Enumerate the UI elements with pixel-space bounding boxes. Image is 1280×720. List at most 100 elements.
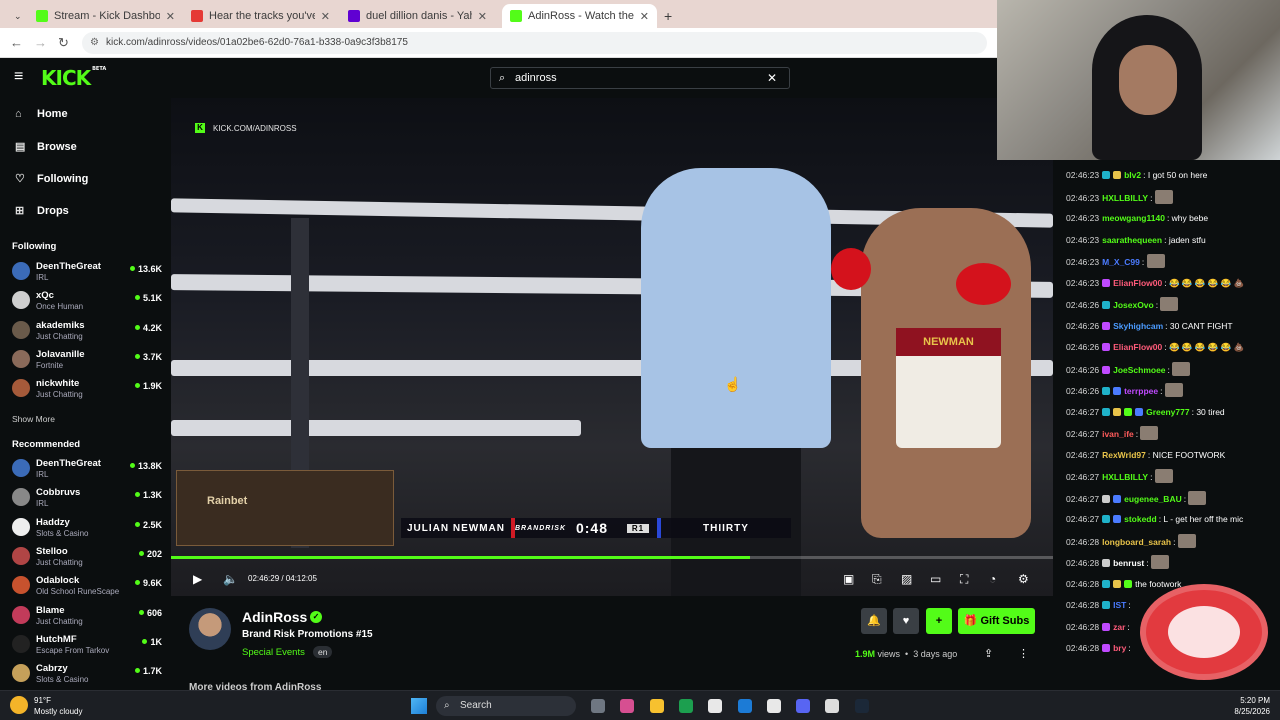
follow-button[interactable]: ♥ <box>893 608 919 634</box>
weather-condition: Mostly cloudy <box>34 707 83 716</box>
gift-subs-button[interactable]: 🎁 Gift Subs <box>958 608 1035 634</box>
taskbar-search[interactable]: ⌕ Search <box>436 696 576 716</box>
search-input[interactable]: ⌕ adinross ✕ <box>490 67 790 89</box>
sidebar-channel[interactable]: Cobbruvs IRL 1.3K <box>12 485 162 511</box>
notification-bell-button[interactable]: 🔔 <box>861 608 887 634</box>
chat-username[interactable]: terrppee <box>1124 386 1158 396</box>
seek-bar[interactable] <box>171 556 1053 559</box>
play-icon[interactable]: ▶ <box>193 572 202 586</box>
screenshot-icon[interactable]: ▨ <box>901 572 912 586</box>
chat-username[interactable]: zar <box>1113 622 1125 632</box>
taskbar-app-icon[interactable] <box>854 699 869 713</box>
chat-username[interactable]: saarathequeen <box>1102 235 1162 245</box>
browser-tab[interactable]: Hear the tracks you've liked: on ✕ <box>183 4 338 28</box>
chat-username[interactable]: HXLLBILLY <box>1102 472 1148 482</box>
chat-username[interactable]: eugenee_BAU <box>1124 494 1182 504</box>
chat-username[interactable]: Skyhighcam <box>1113 321 1163 331</box>
sidebar-channel[interactable]: Haddzy Slots & Casino 2.5K <box>12 515 162 541</box>
nav-following[interactable]: ♡ Following <box>15 172 88 186</box>
category-link[interactable]: Special Events <box>242 647 305 658</box>
theater-mode-icon[interactable]: ▭ <box>930 572 941 586</box>
forward-icon[interactable]: → <box>34 35 47 50</box>
sidebar-channel[interactable]: HutchMF Escape From Tarkov 1K <box>12 632 162 658</box>
show-more-link[interactable]: Show More <box>12 414 55 424</box>
chat-username[interactable]: benrust <box>1113 558 1144 568</box>
browser-tab[interactable]: Stream - Kick Dashboard ✕ <box>28 4 183 28</box>
taskbar-app-icon[interactable] <box>591 699 605 713</box>
chat-username[interactable]: M_X_C99 <box>1102 257 1140 267</box>
taskbar-app-icon[interactable] <box>825 699 840 713</box>
tab-favicon-icon <box>36 10 48 22</box>
settings-gear-icon[interactable]: ⚙ <box>1018 572 1029 586</box>
speed-icon[interactable]: ◔ <box>989 572 996 586</box>
sidebar-channel[interactable]: nickwhite Just Chatting 1.9K <box>12 376 162 402</box>
miniplayer-icon[interactable]: ▣ <box>843 572 854 586</box>
chat-message: 02:46:23 HXLLBILLY: <box>1066 189 1276 205</box>
sidebar-channel[interactable]: Cabrzy Slots & Casino 1.7K <box>12 661 162 687</box>
chat-message: 02:46:28 the footwork <box>1066 577 1276 591</box>
more-options-icon[interactable]: ⋮ <box>1018 647 1029 660</box>
chat-username[interactable]: ElianFlow00 <box>1113 342 1162 352</box>
taskbar-app-icon[interactable] <box>708 699 723 713</box>
sidebar-channel[interactable]: xQc Once Human 5.1K <box>12 288 162 314</box>
chat-username[interactable]: RexWrld97 <box>1102 450 1146 460</box>
chat-username[interactable]: bIv2 <box>1124 170 1141 180</box>
address-bar[interactable]: ⚙ kick.com/adinross/videos/01a02be6-62d0-… <box>82 32 987 54</box>
taskbar-app-icon[interactable] <box>766 699 781 713</box>
hamburger-menu-icon[interactable]: ≡ <box>14 68 23 86</box>
reload-icon[interactable]: ↻ <box>58 35 69 51</box>
tab-list-button[interactable]: ⌄ <box>6 4 28 28</box>
sidebar-channel[interactable]: Stelloo Just Chatting 202 <box>12 544 162 570</box>
nav-browse[interactable]: ▤ Browse <box>15 140 77 154</box>
browser-tab[interactable]: duel dillion danis - Yahoo Sear ✕ <box>340 4 495 28</box>
new-tab-button[interactable]: + <box>664 4 678 28</box>
subscribe-button[interactable]: + <box>926 608 952 634</box>
chat-separator: : <box>1141 257 1147 267</box>
volume-icon[interactable]: 🔈 <box>223 572 238 586</box>
plus-icon: + <box>935 615 943 627</box>
close-tab-icon[interactable]: ✕ <box>478 10 487 23</box>
sidebar-channel[interactable]: Odablock Old School RuneScape 9.6K <box>12 573 162 599</box>
sidebar-channel[interactable]: DeenTheGreat IRL 13.8K <box>12 456 162 482</box>
nav-home[interactable]: ⌂ Home <box>15 108 68 120</box>
taskbar-app-icon[interactable] <box>678 699 693 713</box>
windows-start-icon[interactable] <box>411 698 427 714</box>
close-tab-icon[interactable]: ✕ <box>640 10 649 23</box>
channel-avatar[interactable] <box>189 608 231 650</box>
chat-username[interactable]: IST <box>1113 600 1126 610</box>
sidebar-channel[interactable]: DeenTheGreat IRL 13.6K <box>12 259 162 285</box>
chat-username[interactable]: HXLLBILLY <box>1102 193 1148 203</box>
channel-name[interactable]: AdinRoss <box>242 609 307 625</box>
taskbar-app-icon[interactable] <box>620 699 635 713</box>
close-tab-icon[interactable]: ✕ <box>166 10 175 23</box>
clip-icon[interactable]: ⎘ <box>872 572 882 587</box>
chat-username[interactable]: stokedd <box>1124 514 1157 524</box>
chat-username[interactable]: JoeSchmoee <box>1113 365 1165 375</box>
sidebar-channel[interactable]: Blame Just Chatting 606 <box>12 603 162 629</box>
sidebar-channel[interactable]: akademiks Just Chatting 4.2K <box>12 318 162 344</box>
system-clock[interactable]: 5:20 PM 8/25/2026 <box>1234 695 1270 717</box>
taskbar-app-icon[interactable] <box>737 699 752 713</box>
chat-username[interactable]: Greeny777 <box>1146 407 1189 417</box>
video-player[interactable]: NEWMAN K KICK.COM/ADINROSS Rainbet JULIAN… <box>171 98 1053 596</box>
chat-username[interactable]: JosexOvo <box>1113 300 1154 310</box>
taskbar-app-icon[interactable] <box>649 699 664 713</box>
close-tab-icon[interactable]: ✕ <box>321 10 330 23</box>
kick-logo[interactable]: KICK BETA <box>41 66 106 90</box>
chat-username[interactable]: ivan_ife <box>1102 429 1134 439</box>
sidebar-channel[interactable]: Jolavanille Fortnite 3.7K <box>12 347 162 373</box>
chat-username[interactable]: bry <box>1113 643 1126 653</box>
share-icon[interactable]: ⇪ <box>984 647 993 660</box>
fullscreen-icon[interactable]: ⛶ <box>960 572 968 587</box>
chat-username[interactable]: ElianFlow00 <box>1113 278 1162 288</box>
chat-username[interactable]: meowgang1140 <box>1102 213 1165 223</box>
browser-tab[interactable]: AdinRoss - Watch the VOD on ✕ <box>502 4 657 28</box>
clear-search-icon[interactable]: ✕ <box>767 68 777 88</box>
back-icon[interactable]: ← <box>10 35 23 50</box>
nav-drops[interactable]: ⊞ Drops <box>15 204 69 218</box>
site-info-icon[interactable]: ⚙ <box>90 32 99 54</box>
language-tag[interactable]: en <box>313 646 333 658</box>
chat-username[interactable]: longboard_sarah <box>1102 537 1171 547</box>
viewer-count: 1.3K <box>135 490 162 500</box>
taskbar-app-icon[interactable] <box>796 699 811 713</box>
